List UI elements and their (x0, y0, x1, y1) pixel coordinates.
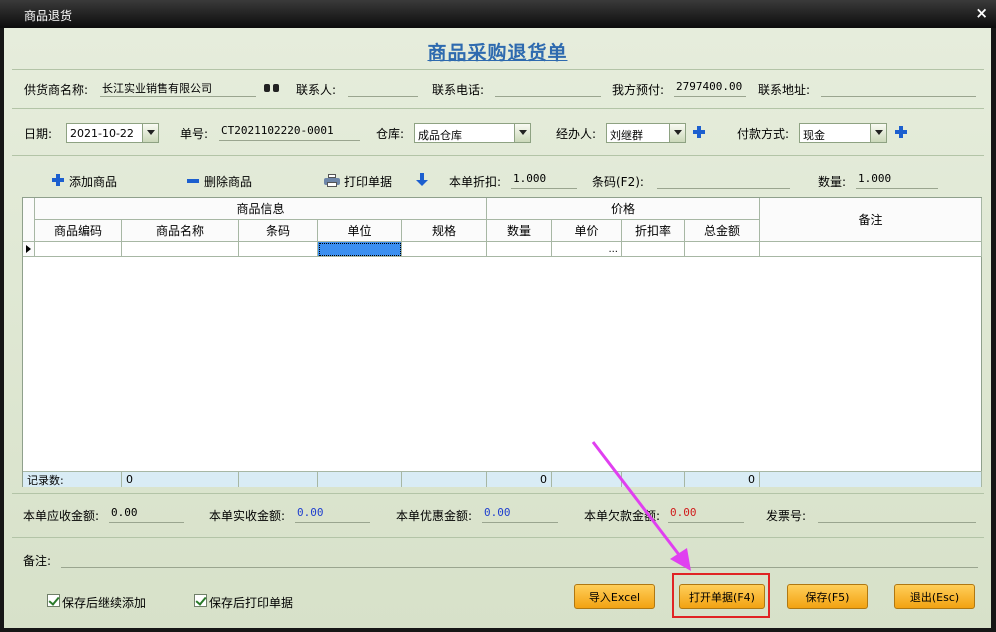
window-title: 商品退货 (24, 9, 73, 23)
close-icon[interactable]: × (975, 4, 988, 22)
window: 商品退货 × 商品采购退货单 供货商名称: 长江实业销售有限公司 联系人: 联系… (0, 0, 996, 632)
form-body: 商品采购退货单 供货商名称: 长江实业销售有限公司 联系人: 联系电话: 我方预… (4, 28, 991, 628)
annotation-arrow-icon (591, 441, 691, 571)
title-bar[interactable]: 商品退货 × (0, 0, 996, 28)
